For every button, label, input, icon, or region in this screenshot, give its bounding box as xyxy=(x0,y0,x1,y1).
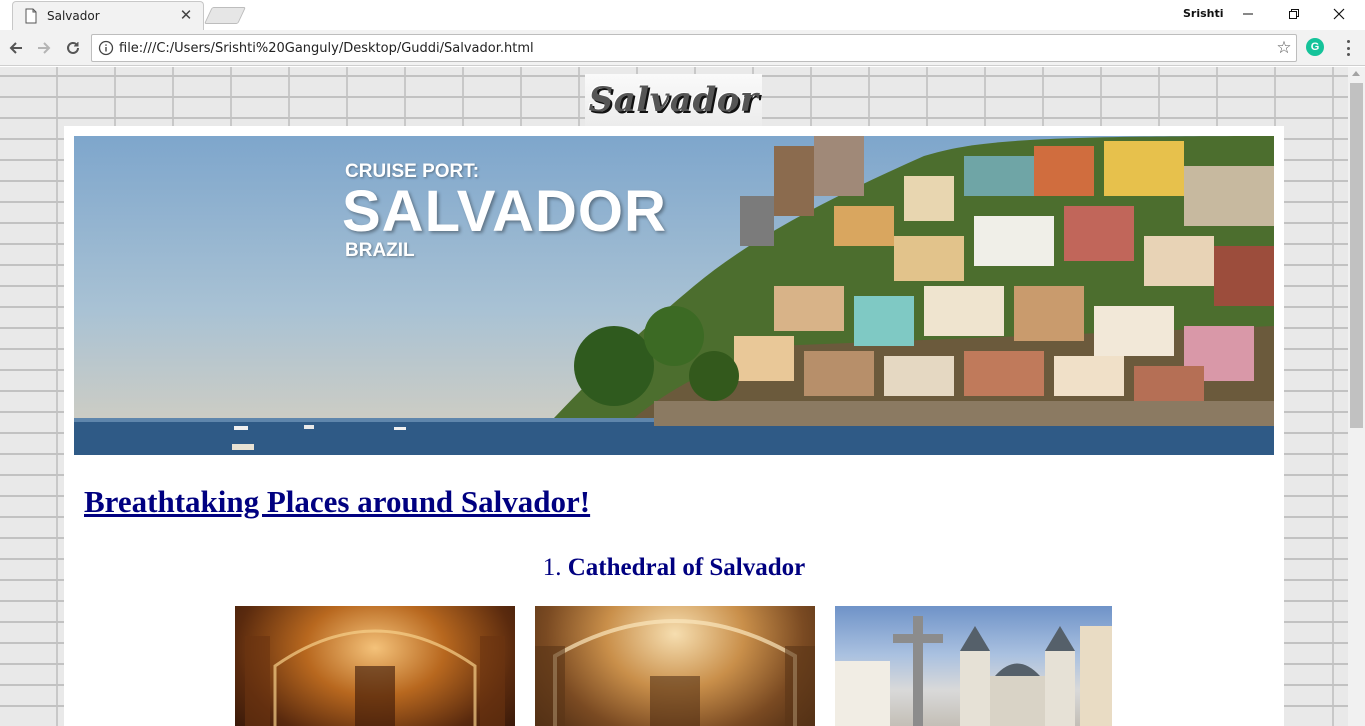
document-icon xyxy=(25,8,37,24)
page-viewport: Salvador CRUISE PORT: SALVADOR BRAZIL Br… xyxy=(0,67,1348,726)
cathedral-photo-3 xyxy=(835,606,1112,726)
tab-title: Salvador xyxy=(47,9,100,23)
forward-icon[interactable] xyxy=(33,37,55,59)
title-bar: Salvador ✕ Srishti xyxy=(0,0,1365,30)
close-icon[interactable]: ✕ xyxy=(179,8,193,23)
banner-image: CRUISE PORT: SALVADOR BRAZIL xyxy=(74,136,1274,455)
reload-icon[interactable] xyxy=(62,37,84,59)
menu-icon[interactable] xyxy=(1340,38,1356,58)
place-name: Cathedral of Salvador xyxy=(567,554,806,581)
browser-tab[interactable]: Salvador ✕ xyxy=(12,1,204,30)
grammarly-icon[interactable]: G xyxy=(1306,38,1324,56)
back-icon[interactable] xyxy=(5,37,27,59)
cathedral-photo-2 xyxy=(535,606,815,726)
place-number: 1. xyxy=(542,554,562,581)
address-bar[interactable]: file:///C:/Users/Srishti%20Ganguly/Deskt… xyxy=(91,34,1297,62)
banner-scenery xyxy=(74,136,1274,455)
logo-text: Salvador xyxy=(588,80,759,120)
maximize-icon[interactable] xyxy=(1272,3,1316,25)
new-tab-button[interactable] xyxy=(204,7,246,24)
content-panel: CRUISE PORT: SALVADOR BRAZIL Breathtakin… xyxy=(64,126,1284,726)
star-icon[interactable]: ☆ xyxy=(1272,38,1296,58)
logo: Salvador xyxy=(585,74,762,126)
banner-subtitle: BRAZIL xyxy=(345,240,415,261)
info-icon[interactable] xyxy=(98,40,114,56)
scroll-up-arrow-icon[interactable] xyxy=(1352,71,1360,76)
cathedral-photo-1 xyxy=(235,606,515,726)
page-heading-link[interactable]: Breathtaking Places around Salvador! xyxy=(84,484,590,520)
minimize-icon[interactable] xyxy=(1226,3,1270,25)
browser-toolbar: file:///C:/Users/Srishti%20Ganguly/Deskt… xyxy=(0,30,1365,66)
profile-name[interactable]: Srishti xyxy=(1183,7,1224,20)
place-title: 1. Cathedral of Salvador xyxy=(64,554,1284,582)
banner-title: SALVADOR xyxy=(342,179,667,244)
window-close-icon[interactable] xyxy=(1317,3,1361,25)
url-text[interactable]: file:///C:/Users/Srishti%20Ganguly/Deskt… xyxy=(119,41,1272,56)
scroll-thumb[interactable] xyxy=(1350,83,1363,428)
page-scrollbar[interactable] xyxy=(1348,67,1365,726)
